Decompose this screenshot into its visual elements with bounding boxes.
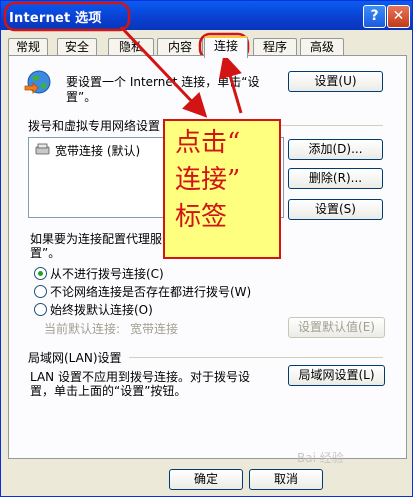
cancel-button[interactable]: 取消 <box>249 469 323 490</box>
arrow-from-title <box>119 25 208 118</box>
annotation-arrows <box>119 25 243 118</box>
arrow-to-tab <box>218 53 243 114</box>
internet-options-dialog: Internet 选项 ? ✕ 常规 安全 隐私 内容 连接 程序 高级 要设置… <box>0 0 413 497</box>
tab-connections[interactable]: 连接 <box>204 36 248 58</box>
watermark: Bai 经验 <box>297 451 344 465</box>
ok-button[interactable]: 确定 <box>169 469 243 490</box>
